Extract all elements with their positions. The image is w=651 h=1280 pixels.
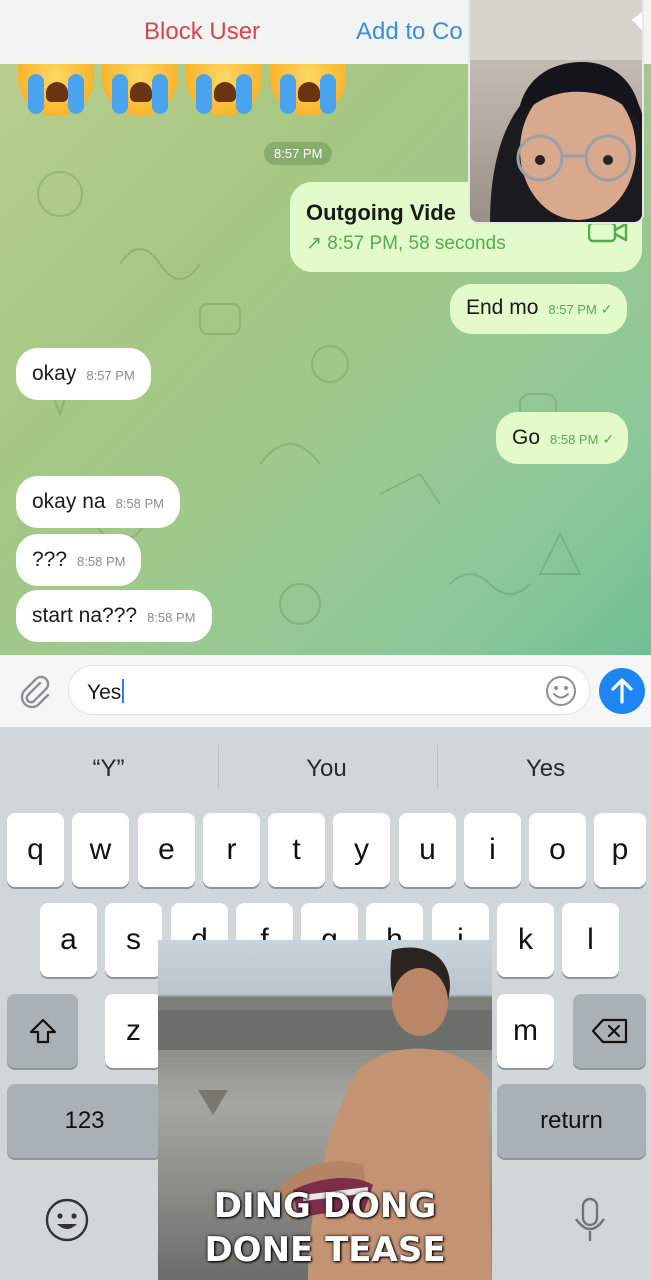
video-call-meta: ↗ 8:57 PM, 58 seconds xyxy=(306,233,506,254)
read-check-icon: ✓ xyxy=(600,301,613,317)
key-k[interactable]: k xyxy=(497,903,554,977)
key-t[interactable]: t xyxy=(268,813,325,887)
message-bubble-incoming[interactable]: start na??? 8:58 PM xyxy=(16,590,212,642)
key-a[interactable]: a xyxy=(40,903,97,977)
crying-face-emoji xyxy=(18,64,94,116)
crying-face-emoji xyxy=(102,64,178,116)
time-separator: 8:57 PM xyxy=(264,142,333,165)
message-time: 8:58 PM xyxy=(550,432,599,447)
message-time: 8:58 PM xyxy=(115,496,164,511)
block-user-button[interactable]: Block User xyxy=(144,18,260,46)
crying-face-emoji xyxy=(270,64,346,116)
picture-in-picture-video[interactable] xyxy=(468,0,644,224)
message-composer: Yes xyxy=(0,655,651,727)
meme-caption-line1: DING DONG xyxy=(213,1186,437,1226)
key-l[interactable]: l xyxy=(562,903,619,977)
meme-image-overlay: DING DONG DONE TEASE xyxy=(158,940,492,1280)
key-m[interactable]: m xyxy=(497,994,554,1068)
message-text: ??? xyxy=(32,548,68,571)
add-to-contacts-button[interactable]: Add to Co xyxy=(356,18,463,46)
message-bubble-incoming[interactable]: okay na 8:58 PM xyxy=(16,476,180,528)
key-s[interactable]: s xyxy=(105,903,162,977)
suggestion-2[interactable]: You xyxy=(218,755,435,783)
message-bubble-outgoing[interactable]: End mo 8:57 PM ✓ xyxy=(450,284,627,334)
suggestion-1[interactable]: “Y” xyxy=(0,755,217,783)
shift-icon xyxy=(29,1018,56,1044)
key-w[interactable]: w xyxy=(72,813,129,887)
message-time: 8:57 PM xyxy=(86,368,135,383)
emoji-message xyxy=(18,64,346,116)
return-key[interactable]: return xyxy=(497,1084,646,1158)
text-cursor xyxy=(122,679,125,703)
message-bubble-incoming[interactable]: ??? 8:58 PM xyxy=(16,534,142,586)
message-input-text[interactable]: Yes xyxy=(87,679,125,705)
backspace-icon xyxy=(591,1018,627,1044)
key-e[interactable]: e xyxy=(138,813,195,887)
message-text: okay xyxy=(32,362,77,385)
key-r[interactable]: r xyxy=(203,813,260,887)
key-y[interactable]: y xyxy=(333,813,390,887)
message-time: 8:57 PM xyxy=(548,302,597,317)
send-button[interactable] xyxy=(599,668,645,714)
arrow-up-icon xyxy=(611,678,633,704)
key-q[interactable]: q xyxy=(7,813,64,887)
meme-photo xyxy=(158,947,492,1280)
predictive-bar: “Y” You Yes xyxy=(0,727,651,809)
key-p[interactable]: p xyxy=(594,813,646,887)
message-time: 8:58 PM xyxy=(77,554,126,569)
video-call-title: Outgoing Vide xyxy=(306,200,456,225)
key-z[interactable]: z xyxy=(105,994,162,1068)
message-time: 8:58 PM xyxy=(147,610,196,625)
numbers-key[interactable]: 123 xyxy=(7,1084,162,1158)
emoji-icon[interactable] xyxy=(44,1197,90,1243)
message-text: start na??? xyxy=(32,604,138,627)
crying-face-emoji xyxy=(186,64,262,116)
delete-key[interactable] xyxy=(573,994,646,1068)
paperclip-icon[interactable] xyxy=(16,673,52,709)
message-text: okay na xyxy=(32,490,106,513)
key-u[interactable]: u xyxy=(399,813,456,887)
shift-key[interactable] xyxy=(7,994,78,1068)
message-input[interactable]: Yes xyxy=(68,665,590,715)
microphone-icon[interactable] xyxy=(570,1195,610,1245)
message-bubble-incoming[interactable]: okay 8:57 PM xyxy=(16,348,151,400)
meme-caption-line2: DONE TEASE xyxy=(204,1230,446,1270)
suggestion-3[interactable]: Yes xyxy=(437,755,651,783)
smile-icon[interactable] xyxy=(545,675,577,707)
read-check-icon: ✓ xyxy=(602,431,615,447)
message-text: Go xyxy=(512,426,541,449)
message-text: End mo xyxy=(466,296,539,319)
key-o[interactable]: o xyxy=(529,813,586,887)
pip-video-frame xyxy=(470,0,642,222)
key-i[interactable]: i xyxy=(464,813,521,887)
message-bubble-outgoing[interactable]: Go 8:58 PM ✓ xyxy=(496,412,629,464)
